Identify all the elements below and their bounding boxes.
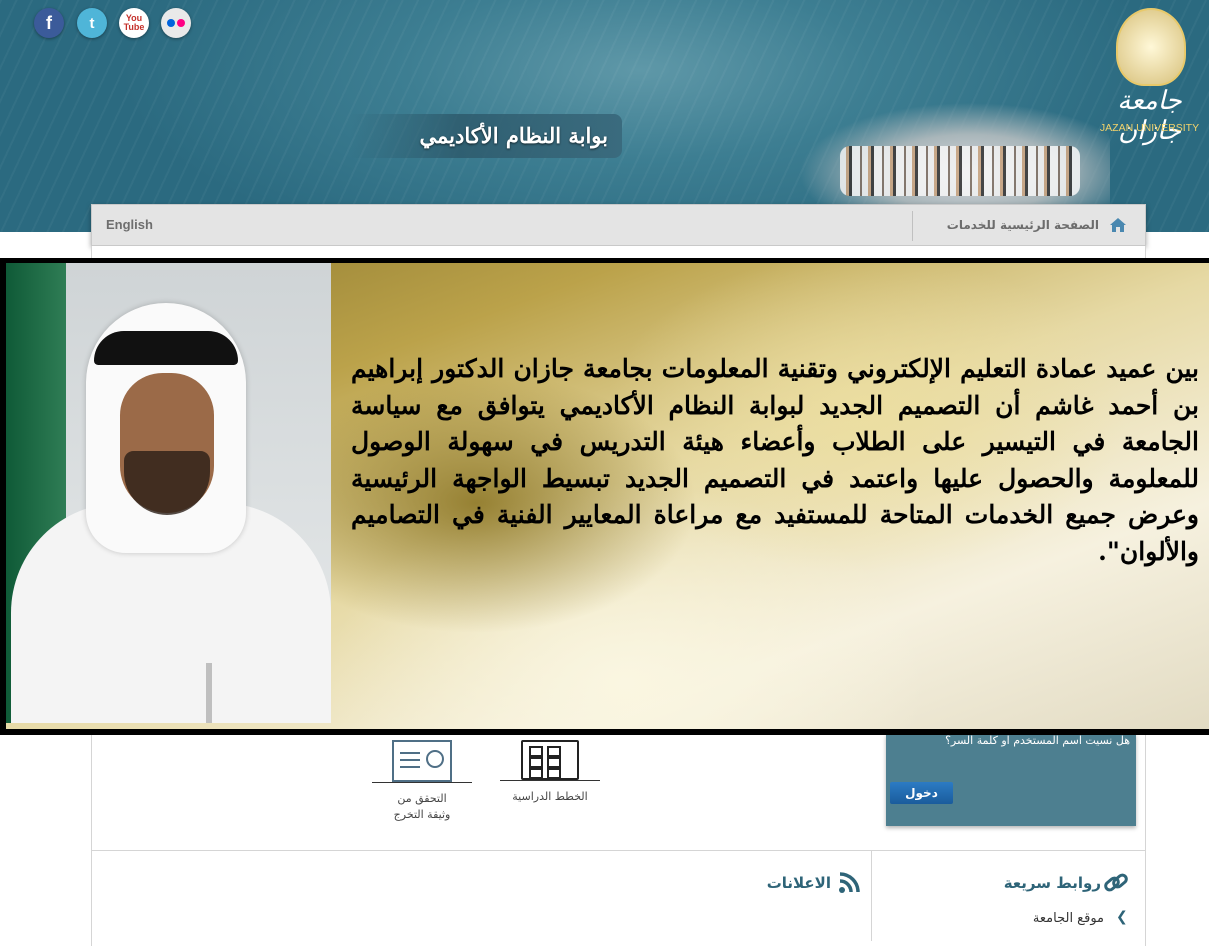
- service-label: التحقق من وثيقة التخرج: [393, 792, 451, 821]
- service-underline: [500, 780, 600, 781]
- site-header: f t You Tube بوابة النظام الأكاديمي جامع…: [0, 0, 1209, 232]
- nav-divider: [912, 211, 913, 241]
- announcement-popup[interactable]: بين عميد عمادة التعليم الإلكتروني وتقنية…: [0, 258, 1209, 735]
- youtube-icon[interactable]: You Tube: [119, 8, 149, 38]
- link-chain-icon: [1104, 873, 1128, 892]
- chevron-left-icon: ❮: [1116, 909, 1128, 925]
- service-study-plans[interactable]: الخطط الدراسية: [500, 740, 600, 805]
- twitter-icon[interactable]: t: [77, 8, 107, 38]
- dean-photo: [6, 263, 331, 723]
- service-verify-certificate[interactable]: التحقق من وثيقة التخرج: [372, 740, 472, 823]
- university-logo[interactable]: جامعة جازان JAZAN UNIVERSITY: [1090, 8, 1209, 146]
- main-nav: English الصفحة الرئيسية للخدمات: [91, 204, 1146, 246]
- portal-title: بوابة النظام الأكاديمي: [350, 114, 622, 158]
- rss-icon[interactable]: [838, 872, 860, 894]
- university-crest-icon: [1116, 8, 1186, 86]
- service-underline: [372, 782, 472, 783]
- logo-english-text: JAZAN UNIVERSITY: [1099, 122, 1200, 134]
- popup-quote-text: بين عميد عمادة التعليم الإلكتروني وتقنية…: [351, 354, 1199, 566]
- facebook-icon[interactable]: f: [34, 8, 64, 38]
- certificate-icon: [392, 740, 452, 782]
- home-icon[interactable]: [1109, 217, 1127, 233]
- quick-links-title: روابط سريعة: [1003, 874, 1101, 892]
- language-link-english[interactable]: English: [106, 205, 153, 245]
- nav-home-link[interactable]: الصفحة الرئيسية للخدمات: [947, 205, 1099, 245]
- column-divider: [871, 851, 872, 941]
- login-button[interactable]: دخول: [890, 782, 953, 804]
- section-divider: [92, 850, 1146, 851]
- quick-link-university-site[interactable]: موقع الجامعة: [1033, 911, 1104, 926]
- service-label: الخطط الدراسية: [512, 790, 588, 803]
- flickr-icon[interactable]: [161, 8, 191, 38]
- announcements-title: الاعلانات: [766, 874, 831, 892]
- header-photo: [780, 78, 1110, 208]
- logo-arabic-text: جامعة جازان: [1117, 86, 1182, 146]
- forgot-password-link[interactable]: هل نسيت اسم المستخدم او كلمة السر؟: [945, 734, 1130, 747]
- login-panel: هل نسيت اسم المستخدم او كلمة السر؟ دخول: [886, 734, 1136, 826]
- popup-body: بين عميد عمادة التعليم الإلكتروني وتقنية…: [6, 263, 1209, 729]
- study-plans-icon: [521, 740, 579, 780]
